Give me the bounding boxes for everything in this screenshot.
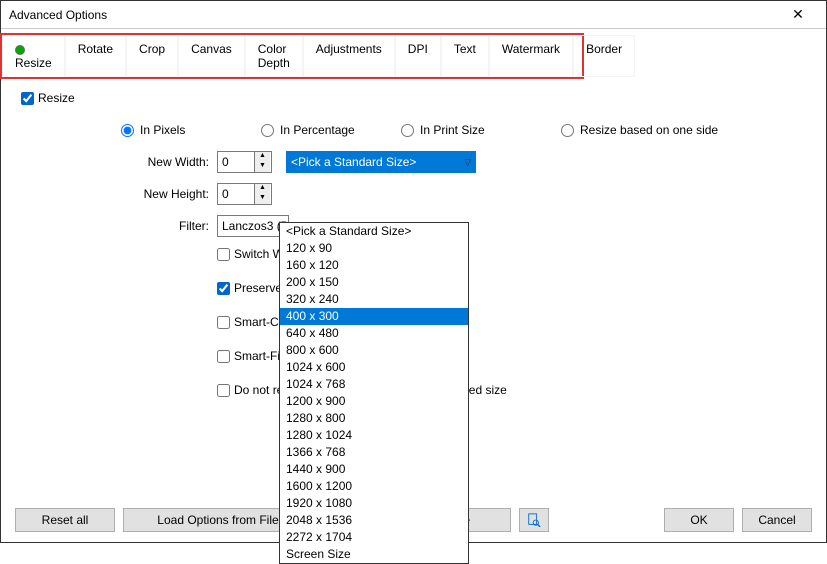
- cancel-button[interactable]: Cancel: [742, 508, 812, 532]
- std-size-option[interactable]: 800 x 600: [280, 342, 468, 359]
- new-width-stepper[interactable]: ▲▼: [217, 151, 272, 173]
- new-height-input[interactable]: [218, 184, 254, 204]
- radio-in-percentage[interactable]: In Percentage: [261, 123, 401, 137]
- tab-border[interactable]: Border: [573, 35, 635, 77]
- tab-crop[interactable]: Crop: [126, 35, 178, 77]
- advanced-options-dialog: Advanced Options ✕ Resize Rotate Crop Ca…: [0, 0, 827, 543]
- standard-size-select[interactable]: <Pick a Standard Size> ▽: [286, 151, 476, 173]
- close-icon[interactable]: ✕: [778, 6, 818, 23]
- standard-size-dropdown[interactable]: <Pick a Standard Size>120 x 90160 x 1202…: [279, 222, 469, 564]
- tab-text[interactable]: Text: [441, 35, 489, 77]
- radio-in-pixels[interactable]: In Pixels: [121, 123, 261, 137]
- radio-one-side[interactable]: Resize based on one side: [561, 123, 718, 137]
- std-size-option[interactable]: 160 x 120: [280, 257, 468, 274]
- new-height-label: New Height:: [21, 187, 217, 201]
- tab-canvas[interactable]: Canvas: [178, 35, 245, 77]
- std-size-option[interactable]: 1920 x 1080: [280, 495, 468, 512]
- row-new-height: New Height: ▲▼: [21, 183, 806, 205]
- arrow-down-icon[interactable]: ▼: [255, 162, 270, 172]
- std-size-option[interactable]: 1024 x 768: [280, 376, 468, 393]
- resize-enable-input[interactable]: [21, 92, 34, 105]
- std-size-option[interactable]: <Pick a Standard Size>: [280, 223, 468, 240]
- new-width-label: New Width:: [21, 155, 217, 169]
- preview-button[interactable]: [519, 508, 549, 532]
- stepper-arrows[interactable]: ▲▼: [254, 184, 270, 204]
- radio-in-printsize[interactable]: In Print Size: [401, 123, 561, 137]
- titlebar: Advanced Options ✕: [1, 1, 826, 29]
- std-size-option[interactable]: 1280 x 800: [280, 410, 468, 427]
- arrow-up-icon[interactable]: ▲: [255, 152, 270, 162]
- std-size-option[interactable]: 320 x 240: [280, 291, 468, 308]
- chevron-down-icon: ▽: [464, 157, 471, 168]
- std-size-option[interactable]: 2048 x 1536: [280, 512, 468, 529]
- stepper-arrows[interactable]: ▲▼: [254, 152, 270, 172]
- tab-rotate[interactable]: Rotate: [65, 35, 126, 77]
- filter-label: Filter:: [21, 219, 217, 233]
- tab-watermark[interactable]: Watermark: [489, 35, 573, 77]
- std-size-option[interactable]: 1440 x 900: [280, 461, 468, 478]
- new-height-stepper[interactable]: ▲▼: [217, 183, 272, 205]
- new-width-input[interactable]: [218, 152, 254, 172]
- tabbar-highlight: Resize Rotate Crop Canvas Color Depth Ad…: [0, 33, 584, 79]
- std-size-option[interactable]: 640 x 480: [280, 325, 468, 342]
- std-size-option[interactable]: 400 x 300: [280, 308, 468, 325]
- magnifier-page-icon: [527, 513, 541, 527]
- tabbar: Resize Rotate Crop Canvas Color Depth Ad…: [2, 35, 582, 77]
- reset-all-button[interactable]: Reset all: [15, 508, 115, 532]
- std-size-option[interactable]: 200 x 150: [280, 274, 468, 291]
- std-size-option[interactable]: 120 x 90: [280, 240, 468, 257]
- window-title: Advanced Options: [9, 8, 778, 22]
- std-size-option[interactable]: 1600 x 1200: [280, 478, 468, 495]
- active-dot-icon: [15, 45, 25, 55]
- std-size-option[interactable]: 1200 x 900: [280, 393, 468, 410]
- row-new-width: New Width: ▲▼ <Pick a Standard Size> ▽: [21, 151, 806, 173]
- resize-mode-radios: In Pixels In Percentage In Print Size Re…: [121, 123, 806, 137]
- resize-enable-checkbox[interactable]: Resize: [21, 91, 75, 105]
- arrow-up-icon[interactable]: ▲: [255, 184, 270, 194]
- arrow-down-icon[interactable]: ▼: [255, 194, 270, 204]
- tab-dpi[interactable]: DPI: [395, 35, 441, 77]
- tab-resize[interactable]: Resize: [2, 35, 65, 77]
- tab-colordepth[interactable]: Color Depth: [245, 35, 303, 77]
- std-size-option[interactable]: 1024 x 600: [280, 359, 468, 376]
- std-size-option[interactable]: 1280 x 1024: [280, 427, 468, 444]
- std-size-option[interactable]: 1366 x 768: [280, 444, 468, 461]
- ok-button[interactable]: OK: [664, 508, 734, 532]
- std-size-option[interactable]: Screen Size: [280, 546, 468, 563]
- content-area: Resize In Pixels In Percentage In Print …: [1, 83, 826, 498]
- tab-adjustments[interactable]: Adjustments: [303, 35, 395, 77]
- std-size-option[interactable]: 2272 x 1704: [280, 529, 468, 546]
